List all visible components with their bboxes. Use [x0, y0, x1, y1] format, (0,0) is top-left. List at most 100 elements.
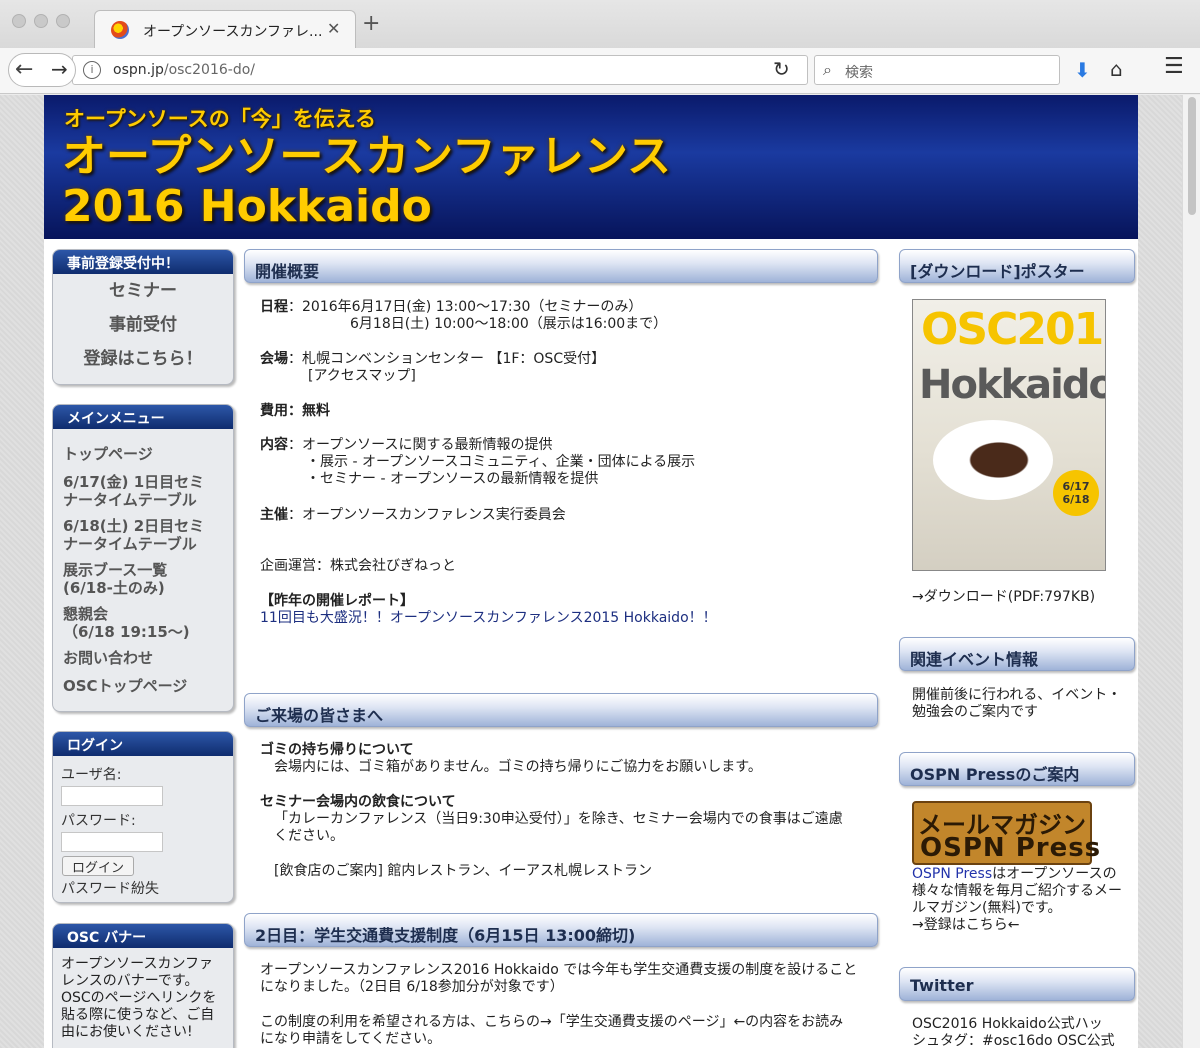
menu-item-contact[interactable]: お問い合わせ — [53, 649, 233, 667]
url-text: ospn.jp/osc2016-do/ — [113, 62, 255, 78]
menu-item-day2-timetable[interactable]: 6/18(土) 2日目セミ ナータイムテーブル — [53, 517, 233, 553]
password-label: パスワード: — [61, 813, 136, 829]
page-viewport: オープンソースの「今」を伝える オープンソースカンファレンス 2016 Hokk… — [0, 95, 1182, 1048]
poster-download-link[interactable]: →ダウンロード(PDF:797KB) — [912, 589, 1095, 606]
search-placeholder: 検索 — [845, 65, 873, 81]
ospn-press-logo[interactable]: メールマガジン OSPN Press — [912, 801, 1100, 865]
visitors-heading: ご来場の皆さまへ — [244, 693, 878, 727]
restaurant-line[interactable]: [飲食店のご案内] 館内レストラン、イーアス札幌レストラン — [274, 863, 652, 880]
username-input[interactable] — [61, 786, 163, 806]
register-line-1[interactable]: セミナー — [53, 274, 233, 308]
banner-box-line: オープンソースカンファ — [61, 956, 214, 972]
hamburger-menu-icon[interactable]: ☰ — [1164, 54, 1184, 79]
back-forward-group: ← → — [8, 53, 76, 87]
osc-banner-box: OSC バナー オープンソースカンファ レンスのバナーです。 OSCのページへリ… — [52, 923, 234, 1048]
date-line-1: 日程：2016年6月17日(金) 13:00〜17:30（セミナーのみ） — [260, 299, 643, 315]
search-input[interactable]: ⌕ 検索 — [814, 55, 1060, 85]
login-box: ログイン ユーザ名: パスワード: ログイン パスワード紛失 — [52, 731, 234, 903]
back-arrow-icon[interactable]: ← — [15, 57, 33, 82]
ospn-press-heading: OSPN Pressのご案内 — [899, 752, 1135, 786]
press-line-1: OSPN Pressはオープンソースの — [912, 866, 1117, 882]
venue-line: 会場：札幌コンベンションセンター 【1F：OSC受付】 — [260, 351, 606, 367]
press-register-link[interactable]: →登録はこちら← — [912, 917, 1019, 934]
password-input[interactable] — [61, 832, 163, 852]
browser-tab[interactable]: オープンソースカンファレ... ✕ — [94, 10, 356, 48]
menu-item-osc-top[interactable]: OSCトップページ — [53, 677, 233, 695]
fee-line: 費用：無料 — [260, 403, 330, 419]
support-line-2: になりました。（2日目 6/18参加分が対象です） — [260, 979, 564, 995]
content-item-exhibit: ・展示 - オープンソースコミュニティ、企業・団体による展示 — [306, 454, 696, 470]
poster-date-badge: 6/17 6/18 — [1053, 470, 1099, 516]
login-button[interactable]: ログイン — [62, 856, 134, 876]
press-line-2: 様々な情報を毎月ご紹介するメー — [912, 883, 1122, 899]
trash-text: 会場内には、ゴミ箱がありません。ゴミの持ち帰りにご協力をお願いします。 — [274, 759, 762, 775]
forgot-password-link[interactable]: パスワード紛失 — [53, 878, 233, 898]
banner-title-line2: 2016 Hokkaido — [62, 181, 432, 232]
tab-title: オープンソースカンファレ... — [143, 24, 323, 40]
banner-box-line: レンスのバナーです。 — [61, 973, 199, 989]
scrollbar-thumb[interactable] — [1188, 97, 1196, 215]
twitter-heading: Twitter — [899, 967, 1135, 1001]
content-line: 内容：オープンソースに関する最新情報の提供 — [260, 437, 553, 453]
twitter-line-2: シュタグ：#osc16do OSC公式 — [912, 1033, 1115, 1048]
mailmag-logo-line2: OSPN Press — [920, 833, 1102, 863]
access-map-link[interactable]: [アクセスマップ] — [308, 368, 416, 385]
favicon-icon — [111, 21, 129, 39]
username-label: ユーザ名: — [61, 767, 122, 783]
reload-icon[interactable]: ↻ — [773, 57, 790, 81]
menu-item-booths[interactable]: 展示ブース一覧 (6/18-土のみ) — [53, 561, 233, 597]
register-line-3[interactable]: 登録はこちら！ — [53, 342, 233, 376]
home-icon[interactable]: ⌂ — [1110, 57, 1123, 81]
site-banner[interactable]: オープンソースの「今」を伝える オープンソースカンファレンス 2016 Hokk… — [44, 95, 1138, 239]
organizer-line: 企画運営：株式会社びぎねっと — [260, 558, 456, 574]
address-bar[interactable]: i ospn.jp/osc2016-do/ ↻ — [72, 55, 808, 85]
report-link[interactable]: 11回目も大盛況！！オープンソースカンファレンス2015 Hokkaido！！ — [260, 610, 717, 627]
banner-title-line1: オープンソースカンファレンス — [62, 131, 671, 182]
poster-heading: [ダウンロード]ポスター — [899, 249, 1135, 283]
support-line-1: オープンソースカンファレンス2016 Hokkaido では今年も学生交通費支援… — [260, 962, 858, 978]
trash-heading: ゴミの持ち帰りについて — [260, 742, 414, 758]
search-icon: ⌕ — [823, 60, 832, 79]
register-line-2[interactable]: 事前受付 — [53, 308, 233, 342]
banner-box-line: OSCのページへリンクを — [61, 990, 217, 1006]
main-menu-heading: メインメニュー — [53, 405, 233, 429]
info-icon[interactable]: i — [83, 61, 101, 79]
poster-image[interactable]: OSC2016 Hokkaido 6/176/18 — [912, 299, 1106, 571]
food-line-1: 「カレーカンファレンス（当日9:30申込受付）」を除き、セミナー会場内での食事は… — [274, 811, 843, 827]
register-box[interactable]: 事前登録受付中！ セミナー 事前受付 登録はこちら！ — [52, 249, 234, 385]
close-window-button[interactable] — [12, 14, 26, 28]
poster-hokkaido-text: Hokkaido — [919, 362, 1106, 408]
new-tab-icon[interactable]: + — [362, 13, 380, 35]
download-arrow-icon[interactable]: ⬇ — [1074, 58, 1091, 82]
browser-titlebar: オープンソースカンファレ... ✕ + — [0, 0, 1200, 48]
banner-box-line: 由にお使いください! — [61, 1024, 193, 1040]
report-heading: 【昨年の開催レポート】 — [260, 593, 414, 609]
page-content: オープンソースの「今」を伝える オープンソースカンファレンス 2016 Hokk… — [44, 95, 1138, 1048]
ospn-press-link[interactable]: OSPN Press — [912, 866, 992, 882]
login-heading: ログイン — [53, 732, 233, 756]
menu-item-party[interactable]: 懇親会 （6/18 19:15〜) — [53, 605, 233, 641]
host-line: 主催：オープンソースカンファレンス実行委員会 — [260, 507, 566, 523]
related-events-heading: 関連イベント情報 — [899, 637, 1135, 671]
browser-toolbar: i ospn.jp/osc2016-do/ ↻ ← → ⌕ 検索 ⬇ ⌂ ☰ — [0, 48, 1200, 94]
food-heading: セミナー会場内の飲食について — [260, 794, 456, 810]
menu-item-day1-timetable[interactable]: 6/17(金) 1日目セミ ナータイムテーブル — [53, 473, 233, 509]
support-line-3[interactable]: この制度の利用を希望される方は、こちらの→「学生交通費支援のページ」←の内容をお… — [260, 1014, 843, 1031]
content-item-seminar: ・セミナー - オープンソースの最新情報を提供 — [306, 471, 599, 487]
related-line-2: 勉強会のご案内です — [912, 704, 1038, 720]
related-line-1: 開催前後に行われる、イベント・ — [912, 687, 1122, 703]
poster-osc-text: OSC2016 — [921, 304, 1105, 355]
poster-food-image — [933, 420, 1053, 500]
tab-close-icon[interactable]: ✕ — [327, 19, 340, 38]
banner-box-line: 貼る際に使うなど、ご自 — [61, 1007, 215, 1023]
menu-item-top[interactable]: トップページ — [53, 445, 233, 463]
twitter-line-1: OSC2016 Hokkaido公式ハッ — [912, 1016, 1103, 1032]
support-line-4: になり申請をしてください。 — [260, 1031, 442, 1047]
osc-banner-heading: OSC バナー — [53, 924, 233, 948]
minimize-window-button[interactable] — [34, 14, 48, 28]
press-line-3: ルマガジン(無料)です。 — [912, 900, 1062, 916]
zoom-window-button[interactable] — [56, 14, 70, 28]
forward-arrow-icon[interactable]: → — [51, 57, 68, 81]
vertical-scrollbar[interactable] — [1182, 95, 1200, 1048]
register-box-heading: 事前登録受付中！ — [53, 250, 233, 274]
